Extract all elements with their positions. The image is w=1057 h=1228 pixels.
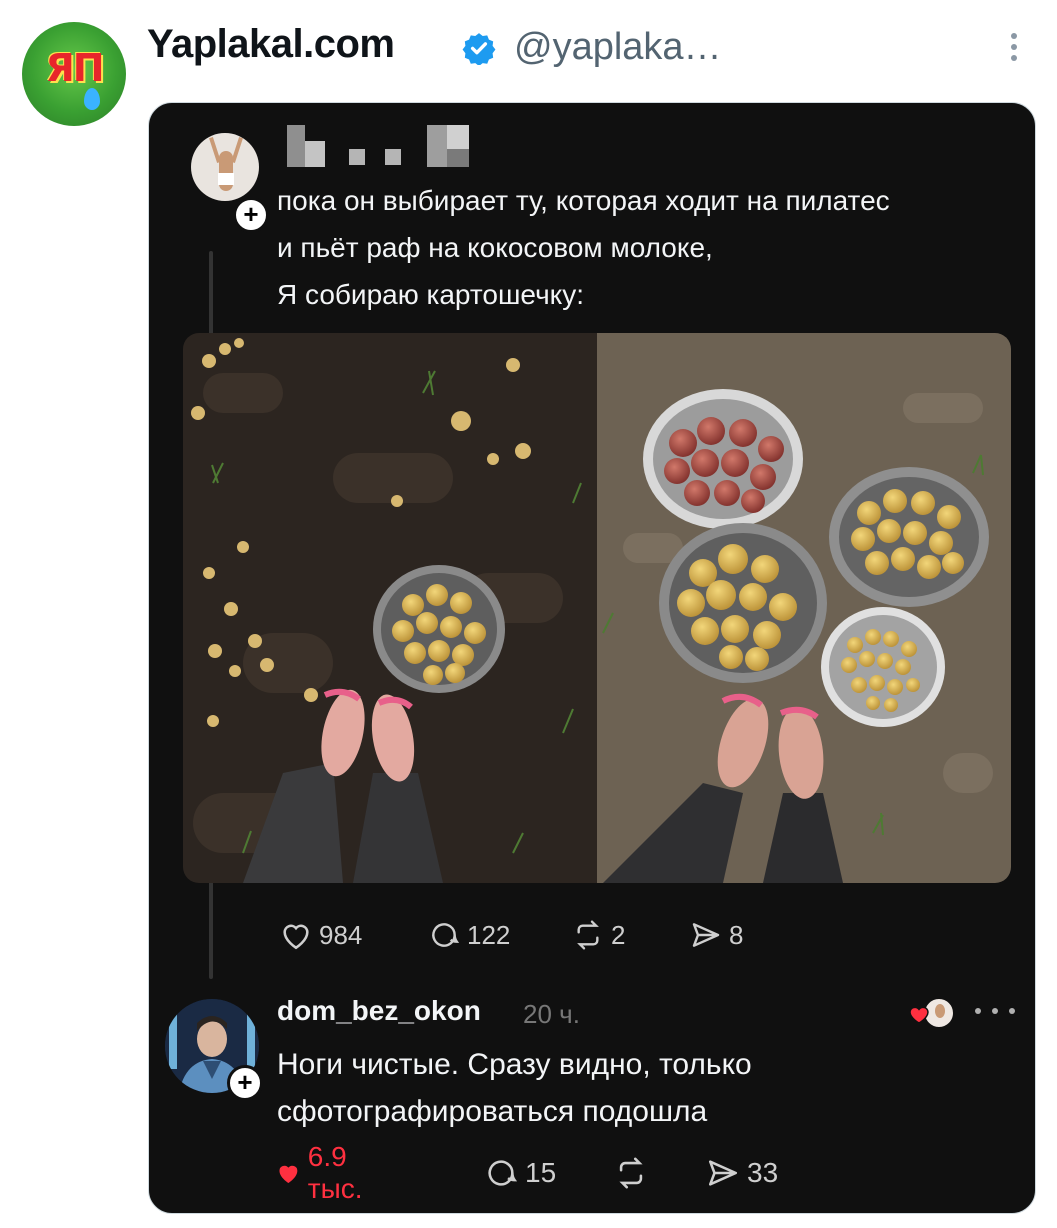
reply-share-count: 33 (747, 1157, 779, 1188)
post-line: Я собираю картошечку: (277, 279, 585, 310)
follow-plus-icon: + (233, 197, 269, 233)
comment-count: 122 (467, 919, 511, 950)
post-line: пока он выбирает ту, которая ходит на пи… (277, 185, 890, 216)
reply-comment-count: 15 (525, 1157, 557, 1188)
repost-count: 2 (611, 919, 626, 950)
send-icon (708, 1160, 738, 1186)
avatar-logo-text: ЯП (45, 46, 104, 90)
like-button[interactable]: 984 (279, 915, 362, 955)
blurred-username (287, 125, 487, 167)
water-drop-icon (84, 88, 100, 110)
author-handle[interactable]: @yaplaka… (514, 26, 722, 69)
reply-time: 20 ч. (523, 999, 580, 1029)
reply-comment-button[interactable]: 15 (483, 1153, 556, 1193)
liked-by-author-indicator (905, 995, 957, 1031)
repost-icon (577, 920, 599, 950)
post-line: и пьёт раф на кокосовом молоке, (277, 232, 713, 263)
share-count: 8 (729, 919, 744, 950)
heart-filled-icon (279, 1165, 298, 1184)
poster-avatar (191, 133, 259, 201)
like-count: 984 (319, 919, 363, 950)
reply-share-button[interactable]: 33 (705, 1153, 778, 1193)
reply-like-button[interactable]: 6.9 тыс. (275, 1141, 376, 1204)
reply-line: сфотографироваться подошла (277, 1095, 708, 1128)
reply-more-icon[interactable] (975, 1001, 1015, 1021)
share-button[interactable]: 8 (689, 915, 743, 955)
post-text: пока он выбирает ту, которая ходит на пи… (277, 177, 1017, 318)
comment-icon (432, 923, 460, 947)
comment-icon (488, 1160, 518, 1186)
comment-button[interactable]: 122 (427, 915, 510, 955)
repost-button[interactable]: 2 (571, 915, 625, 955)
heart-icon (283, 924, 309, 950)
more-options-icon[interactable] (1002, 28, 1026, 68)
post-photo-collage[interactable] (183, 333, 1011, 883)
send-icon (692, 923, 720, 947)
verified-badge-icon (462, 33, 496, 65)
follow-plus-icon: + (227, 1065, 263, 1101)
author-name[interactable]: Yaplakal.com (147, 22, 395, 67)
reply-text: Ноги чистые. Сразу видно, только сфотогр… (277, 1041, 752, 1135)
reply-repost-button[interactable] (613, 1153, 655, 1193)
reply-username[interactable]: dom_bez_okon (277, 995, 481, 1027)
repost-icon (619, 1157, 643, 1189)
embedded-threads-screenshot: + пока он выбирает ту, которая ходит на … (148, 102, 1036, 1214)
reply-line: Ноги чистые. Сразу видно, только (277, 1048, 752, 1081)
reply-like-count: 6.9 тыс. (307, 1141, 363, 1204)
account-avatar[interactable]: ЯП (22, 22, 126, 126)
